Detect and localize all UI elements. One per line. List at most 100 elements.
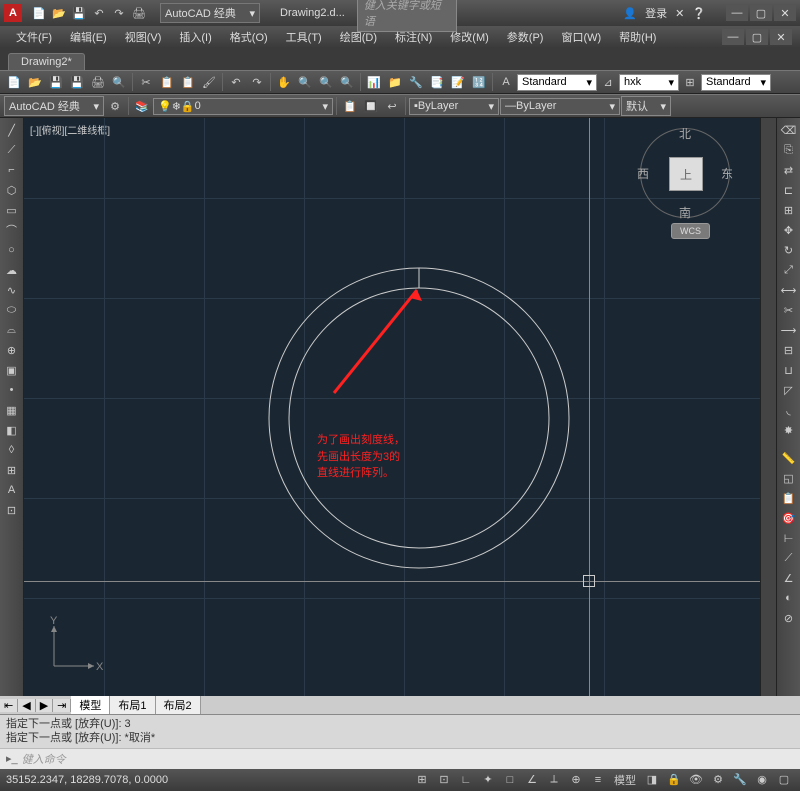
trim-icon[interactable]: ✂: [778, 300, 800, 320]
dimstyle-combo[interactable]: hxk▾: [619, 74, 679, 91]
menu-draw[interactable]: 绘图(D): [332, 27, 385, 47]
qp-toggle[interactable]: ◨: [642, 771, 662, 789]
annoscale-icon[interactable]: 🔒: [664, 771, 684, 789]
id-icon[interactable]: 🎯: [778, 508, 800, 528]
textstyle-icon[interactable]: A: [496, 72, 516, 92]
menu-dim[interactable]: 标注(N): [387, 27, 440, 47]
markup-icon[interactable]: 📝: [448, 72, 468, 92]
hatch-icon[interactable]: ▦: [1, 400, 23, 420]
layer-combo[interactable]: 💡❄🔒 0▾: [153, 98, 333, 115]
redo-icon[interactable]: ↷: [247, 72, 267, 92]
color-combo[interactable]: ▪ ByLayer▾: [409, 98, 499, 115]
tab-layout2[interactable]: 布局2: [156, 696, 201, 714]
menu-view[interactable]: 视图(V): [117, 27, 170, 47]
tab-last-icon[interactable]: ⇥: [53, 699, 71, 712]
preview-icon[interactable]: 🔍: [109, 72, 129, 92]
exchange-icon[interactable]: ✕: [675, 7, 684, 20]
dist-icon[interactable]: 📏: [778, 448, 800, 468]
break-icon[interactable]: ⊟: [778, 340, 800, 360]
pan-icon[interactable]: ✋: [274, 72, 294, 92]
tab-prev-icon[interactable]: ◀: [18, 699, 35, 712]
explode-icon[interactable]: ✸: [778, 420, 800, 440]
revcloud-icon[interactable]: ☁: [1, 260, 23, 280]
vertical-scrollbar[interactable]: [760, 118, 776, 696]
menu-help[interactable]: 帮助(H): [611, 27, 664, 47]
tab-next-icon[interactable]: ▶: [36, 699, 53, 712]
undo-icon[interactable]: ↶: [226, 72, 246, 92]
array-icon[interactable]: ⊞: [778, 200, 800, 220]
dim-linear-icon[interactable]: ⊢: [778, 528, 800, 548]
mirror-icon[interactable]: ⇄: [778, 160, 800, 180]
qat-save[interactable]: 💾: [70, 4, 88, 22]
stretch-icon[interactable]: ⟷: [778, 280, 800, 300]
dim-angular-icon[interactable]: ∠: [778, 568, 800, 588]
workspace-combo[interactable]: AutoCAD 经典▾: [4, 96, 104, 116]
layer-state-icon[interactable]: 📋: [340, 96, 360, 116]
command-input[interactable]: 健入命令: [22, 751, 794, 767]
ellipse-icon[interactable]: ⬭: [1, 300, 23, 320]
viewcube-top[interactable]: 上: [669, 157, 703, 191]
menu-edit[interactable]: 编辑(E): [62, 27, 115, 47]
menu-insert[interactable]: 插入(I): [171, 27, 219, 47]
open-icon[interactable]: 📂: [25, 72, 45, 92]
qat-redo[interactable]: ↷: [110, 4, 128, 22]
workspace-selector[interactable]: AutoCAD 经典▾: [160, 3, 260, 23]
dyn-toggle[interactable]: ⊕: [566, 771, 586, 789]
dim-radius-icon[interactable]: ◐: [778, 588, 800, 608]
table-icon[interactable]: ⊞: [1, 460, 23, 480]
gradient-icon[interactable]: ◧: [1, 420, 23, 440]
tab-model[interactable]: 模型: [71, 696, 110, 714]
doc-minimize-button[interactable]: —: [722, 29, 744, 45]
circle-icon[interactable]: ○: [1, 240, 23, 260]
properties-icon[interactable]: 📊: [364, 72, 384, 92]
linetype-combo[interactable]: — ByLayer▾: [500, 98, 620, 115]
dim-diameter-icon[interactable]: ⊘: [778, 608, 800, 628]
annovis-icon[interactable]: 👁: [686, 771, 706, 789]
cut-icon[interactable]: ✂: [136, 72, 156, 92]
plot-icon[interactable]: 🖨: [88, 72, 108, 92]
erase-icon[interactable]: ⌫: [778, 120, 800, 140]
chamfer-icon[interactable]: ◸: [778, 380, 800, 400]
snap-toggle[interactable]: ⊞: [412, 771, 432, 789]
menu-tools[interactable]: 工具(T): [278, 27, 330, 47]
list-icon[interactable]: 📋: [778, 488, 800, 508]
ortho-toggle[interactable]: ∟: [456, 771, 476, 789]
isolate-icon[interactable]: ◉: [752, 771, 772, 789]
block-icon[interactable]: ▣: [1, 360, 23, 380]
layer-props-icon[interactable]: 📚: [132, 96, 152, 116]
ellipsearc-icon[interactable]: ⌓: [1, 320, 23, 340]
grid-toggle[interactable]: ⊡: [434, 771, 454, 789]
line-icon[interactable]: ╱: [1, 120, 23, 140]
maximize-button[interactable]: ▢: [750, 5, 772, 21]
point-icon[interactable]: •: [1, 380, 23, 400]
dim-aligned-icon[interactable]: ⟋: [778, 548, 800, 568]
saveas-icon[interactable]: 💾: [67, 72, 87, 92]
command-window[interactable]: 指定下一点或 [放弃(U)]: 3 指定下一点或 [放弃(U)]: *取消* ▸…: [0, 714, 800, 769]
menu-format[interactable]: 格式(O): [222, 27, 276, 47]
qat-print[interactable]: 🖨: [130, 4, 148, 22]
new-icon[interactable]: 📄: [4, 72, 24, 92]
view-cube[interactable]: 北 南 东 西 上: [640, 128, 730, 218]
zoom-icon[interactable]: 🔍: [295, 72, 315, 92]
mtext-icon[interactable]: A: [1, 480, 23, 500]
login-link[interactable]: 登录: [645, 5, 667, 21]
copy-obj-icon[interactable]: ⎘: [778, 140, 800, 160]
sheet-icon[interactable]: 📑: [427, 72, 447, 92]
osnap-toggle[interactable]: □: [500, 771, 520, 789]
polar-toggle[interactable]: ✦: [478, 771, 498, 789]
tab-layout1[interactable]: 布局1: [110, 696, 155, 714]
ducs-toggle[interactable]: ⟂: [544, 771, 564, 789]
copy-icon[interactable]: 📋: [157, 72, 177, 92]
help-icon[interactable]: ❔: [692, 7, 706, 20]
layer-iso-icon[interactable]: 🔲: [361, 96, 381, 116]
wcs-badge[interactable]: WCS: [671, 223, 710, 239]
area-icon[interactable]: ◱: [778, 468, 800, 488]
rotate-icon[interactable]: ↻: [778, 240, 800, 260]
qat-open[interactable]: 📂: [50, 4, 68, 22]
drawing-viewport[interactable]: [-][俯视][二维线框] 为了画出刻度线， 先画出长度为3的 直线进行阵列。: [24, 118, 760, 696]
otrack-toggle[interactable]: ∠: [522, 771, 542, 789]
doc-maximize-button[interactable]: ▢: [746, 29, 768, 45]
designcenter-icon[interactable]: 📁: [385, 72, 405, 92]
toolpalette-icon[interactable]: 🔧: [406, 72, 426, 92]
scale-icon[interactable]: ⤢: [778, 260, 800, 280]
